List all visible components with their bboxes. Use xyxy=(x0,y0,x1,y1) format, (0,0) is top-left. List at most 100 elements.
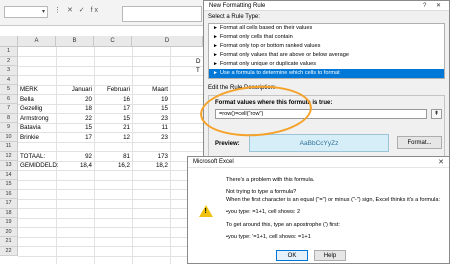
row-header[interactable]: 14 xyxy=(0,170,18,180)
format-button[interactable]: Format... xyxy=(397,136,442,149)
row-header[interactable]: 1 xyxy=(0,47,18,57)
average-label[interactable]: GEMIDDELD: xyxy=(20,161,59,171)
table-cell[interactable]: 23 xyxy=(132,133,168,143)
table-cell[interactable]: 20 xyxy=(56,95,92,105)
table-cell[interactable]: 16 xyxy=(94,95,130,105)
rule-type-item[interactable]: ► Format all cells based on their values xyxy=(209,24,444,33)
row-header[interactable]: 6 xyxy=(0,94,18,104)
arrow-right-icon: ► xyxy=(213,25,218,31)
message-line: There's a problem with this formula. xyxy=(226,177,315,183)
rule-type-label: Format only cells that contain xyxy=(219,34,293,40)
row-header[interactable]: 8 xyxy=(0,113,18,123)
message-line: •you type: =1+1, cell shows: 2 xyxy=(226,209,301,215)
row-header[interactable]: 3 xyxy=(0,66,18,76)
total-label[interactable]: TOTAAL: xyxy=(20,152,45,162)
arrow-right-icon: ► xyxy=(213,52,218,58)
row-header[interactable]: 5 xyxy=(0,85,18,95)
rule-type-label: Format all cells based on their values xyxy=(219,25,313,31)
row-header[interactable]: 22 xyxy=(0,246,18,256)
table-cell[interactable]: 18 xyxy=(56,104,92,114)
excel-error-dialog: Microsoft Excel ✕ ! There's a problem wi… xyxy=(187,156,450,264)
preview-label: Preview: xyxy=(215,141,240,147)
name-box[interactable]: ▾ xyxy=(4,6,48,18)
partial-cell-text[interactable]: D xyxy=(196,57,200,67)
row-header[interactable]: 20 xyxy=(0,227,18,237)
row-header[interactable]: 15 xyxy=(0,180,18,190)
rule-type-label: Use a formula to determine which cells t… xyxy=(219,70,340,76)
table-cell[interactable]: 11 xyxy=(132,123,168,133)
arrow-right-icon: ► xyxy=(213,70,218,76)
col-header-c[interactable]: C xyxy=(94,36,132,47)
rule-type-item[interactable]: ► Format only unique or duplicate values xyxy=(209,60,444,69)
table-cell[interactable]: 15 xyxy=(132,104,168,114)
rule-type-label: Format only unique or duplicate values xyxy=(219,61,317,67)
partial-cell-text[interactable]: T xyxy=(196,66,200,76)
header-januari[interactable]: Januari xyxy=(56,85,92,95)
table-row-label[interactable]: Batavia xyxy=(20,123,41,133)
chevron-down-icon[interactable]: ▾ xyxy=(42,8,45,15)
fx-icon[interactable]: ⋮ ✕ ✓ fx xyxy=(54,6,100,14)
row-header[interactable]: 21 xyxy=(0,237,18,247)
message-line: When the first character is an equal ("=… xyxy=(226,197,441,203)
row-header[interactable]: 12 xyxy=(0,151,18,161)
ok-button[interactable]: OK xyxy=(276,250,308,261)
formula-input[interactable] xyxy=(122,6,202,22)
header-februari[interactable]: Februari xyxy=(94,85,130,95)
warning-mark: ! xyxy=(204,208,207,215)
table-row-label[interactable]: Armstrong xyxy=(20,114,49,124)
message-line: To get around this, type an apostrophe (… xyxy=(226,222,340,228)
total-cell[interactable]: 173 xyxy=(132,152,168,162)
arrow-right-icon: ► xyxy=(213,61,218,67)
row-header[interactable]: 17 xyxy=(0,199,18,209)
table-cell[interactable]: 17 xyxy=(56,133,92,143)
header-merk[interactable]: MERK xyxy=(20,85,38,95)
row-header[interactable]: 16 xyxy=(0,189,18,199)
table-cell[interactable]: 17 xyxy=(94,104,130,114)
table-row-label[interactable]: Brinkie xyxy=(20,133,39,143)
row-header[interactable]: 13 xyxy=(0,161,18,171)
close-icon[interactable]: ✕ xyxy=(438,158,444,166)
preview-sample: AaBbCcYyZz xyxy=(249,134,389,152)
row-header[interactable]: 9 xyxy=(0,123,18,133)
header-maart[interactable]: Maart xyxy=(132,85,168,95)
rule-type-list[interactable]: ► Format all cells based on their values … xyxy=(208,23,445,79)
rule-type-item[interactable]: ► Format only cells that contain xyxy=(209,33,444,42)
help-button[interactable]: Help xyxy=(314,250,346,261)
col-header-a[interactable]: A xyxy=(18,36,56,47)
total-cell[interactable]: 92 xyxy=(56,152,92,162)
rule-type-item-selected[interactable]: ► Use a formula to determine which cells … xyxy=(209,69,444,78)
row-header[interactable]: 2 xyxy=(0,56,18,66)
table-cell[interactable]: 23 xyxy=(132,114,168,124)
table-cell[interactable]: 12 xyxy=(94,133,130,143)
row-header[interactable]: 7 xyxy=(0,104,18,114)
dialog-title: New Formatting Rule xyxy=(204,1,449,11)
row-header[interactable]: 11 xyxy=(0,142,18,152)
table-cell[interactable]: 15 xyxy=(56,123,92,133)
message-line: Not trying to type a formula? xyxy=(226,189,297,195)
select-all-corner[interactable] xyxy=(0,36,18,47)
table-cell[interactable]: 19 xyxy=(132,95,168,105)
rule-type-item[interactable]: ► Format only top or bottom ranked values xyxy=(209,42,444,51)
dialog-title: Microsoft Excel xyxy=(188,157,449,168)
message-line: •you type: '=1+1, cell shows: =1+1 xyxy=(226,234,311,240)
row-header[interactable]: 18 xyxy=(0,208,18,218)
col-header-d[interactable]: D xyxy=(132,36,203,47)
table-cell[interactable]: 21 xyxy=(94,123,130,133)
select-rule-type-label: Select a Rule Type: xyxy=(208,14,260,20)
total-cell[interactable]: 81 xyxy=(94,152,130,162)
table-row-label[interactable]: Bella xyxy=(20,95,34,105)
col-header-b[interactable]: B xyxy=(56,36,94,47)
table-cell[interactable]: 22 xyxy=(56,114,92,124)
help-close-icons[interactable]: ? ✕ xyxy=(423,2,445,9)
arrow-right-icon: ► xyxy=(213,43,218,49)
average-cell[interactable]: 16,2 xyxy=(94,161,130,171)
average-cell[interactable]: 18,4 xyxy=(56,161,92,171)
row-header[interactable]: 4 xyxy=(0,75,18,85)
collapse-dialog-icon[interactable]: ⇞ xyxy=(431,109,442,119)
table-cell[interactable]: 15 xyxy=(94,114,130,124)
row-header[interactable]: 19 xyxy=(0,218,18,228)
row-header[interactable]: 10 xyxy=(0,132,18,142)
table-row-label[interactable]: Gezellig xyxy=(20,104,42,114)
rule-type-item[interactable]: ► Format only values that are above or be… xyxy=(209,51,444,60)
average-cell[interactable]: 18,2 xyxy=(132,161,168,171)
